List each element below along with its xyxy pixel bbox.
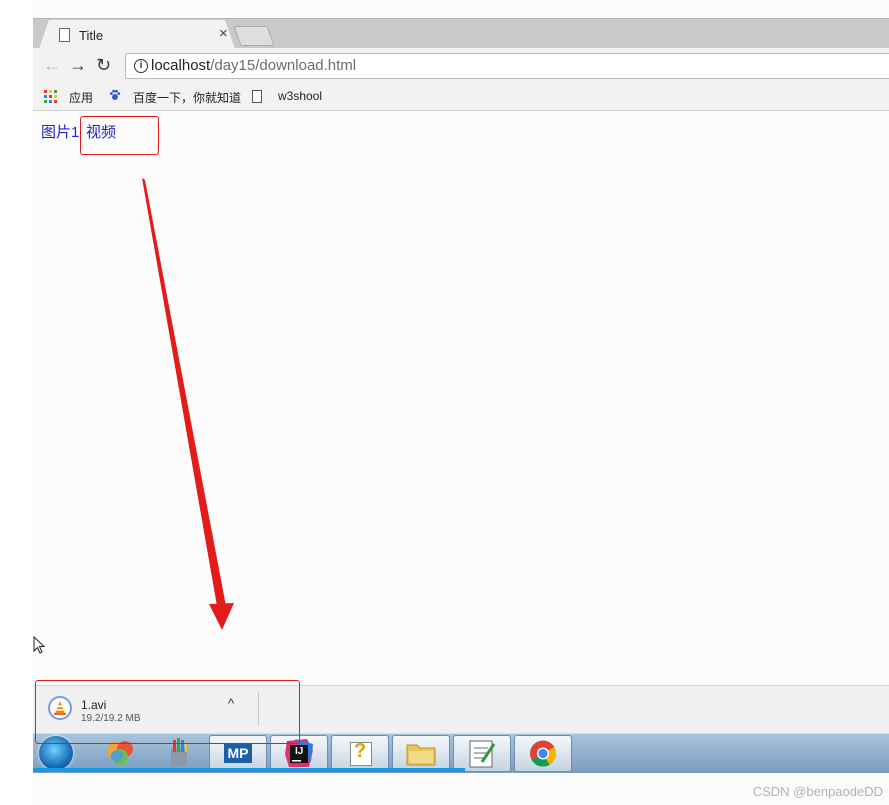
tab-label: Title (79, 28, 104, 43)
browser-toolbar: ← → ↻ i localhost/day15/download.html (33, 48, 889, 84)
page-content: 图片1 视频 (33, 111, 889, 685)
link-image[interactable]: 图片1 (41, 121, 79, 142)
back-icon[interactable]: ← (43, 54, 61, 76)
address-bar[interactable]: i localhost/day15/download.html (125, 53, 889, 79)
new-tab-icon[interactable] (233, 26, 275, 46)
mp-label: MP (224, 743, 252, 763)
help-label: ? (354, 740, 367, 762)
watermark: CSDN @benpaodeDD (752, 784, 883, 799)
cursor-icon (33, 636, 46, 654)
notepad-icon (469, 740, 496, 768)
highlight-box-video-link (80, 116, 159, 155)
taskbar-explorer-button[interactable] (392, 735, 450, 772)
folder-icon (406, 744, 436, 766)
bookmark-baidu[interactable]: 百度一下，你就知道 (133, 89, 241, 106)
reload-icon[interactable]: ↻ (96, 54, 111, 76)
tab-title[interactable]: Title × (39, 20, 235, 49)
taskbar-accent-strip (33, 768, 465, 772)
forward-icon[interactable]: → (69, 54, 87, 76)
bookmark-w3school[interactable]: w3shool (278, 89, 322, 103)
close-icon[interactable]: × (219, 25, 228, 42)
paw-icon (109, 89, 121, 100)
url-text: localhost/day15/download.html (151, 57, 356, 74)
bookmark-apps[interactable]: 应用 (69, 89, 93, 106)
taskbar-chrome-button[interactable] (514, 735, 572, 772)
doc-icon (252, 90, 262, 103)
url-host: localhost (151, 57, 211, 74)
info-icon[interactable]: i (134, 59, 148, 73)
url-path: /day15/download.html (210, 57, 357, 74)
highlight-box-download (35, 680, 300, 744)
bookmarks-bar: 应用 百度一下，你就知道 w3shool (33, 84, 889, 111)
ij-label: IJ (295, 746, 304, 757)
tab-strip: Title × (33, 18, 889, 49)
apps-icon[interactable] (44, 90, 57, 103)
chrome-icon (530, 740, 557, 767)
taskbar-help-button[interactable]: ? (331, 735, 389, 772)
taskbar-notepad-button[interactable] (453, 735, 511, 772)
doc-icon (59, 28, 70, 42)
